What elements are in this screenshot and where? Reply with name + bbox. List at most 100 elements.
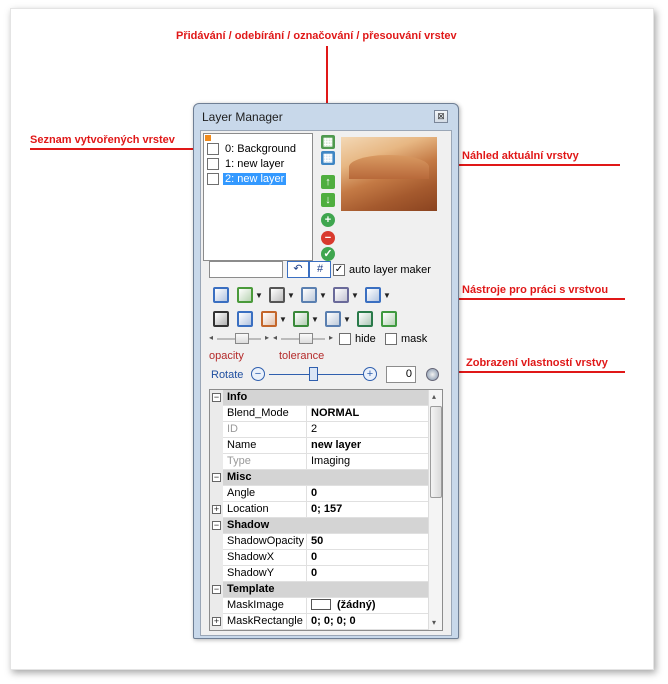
rotate-decrease-button[interactable]: − [251, 367, 265, 381]
rotate-label: Rotate [211, 369, 244, 381]
slider-thumb[interactable] [299, 333, 313, 344]
property-row[interactable]: Type Imaging [210, 454, 428, 470]
property-value[interactable]: new layer [308, 438, 428, 454]
layer-visibility-checkbox[interactable] [207, 158, 219, 170]
layer-list[interactable]: 0: Background 1: new layer 2: new layer [203, 133, 313, 261]
grid-toggle-button[interactable]: # [309, 261, 331, 278]
dropdown-arrow-icon[interactable]: ▼ [383, 291, 391, 300]
property-row[interactable]: ShadowOpacity 50 [210, 534, 428, 550]
property-category[interactable]: − Shadow [210, 518, 428, 534]
title-bar[interactable]: Layer Manager ⊠ [194, 104, 458, 128]
arrow-up-icon[interactable]: ↑ [321, 175, 335, 189]
hide-label: hide [355, 333, 376, 345]
layer-name-input[interactable] [209, 261, 283, 278]
collapse-icon[interactable]: − [212, 473, 221, 482]
row-margin [210, 598, 223, 614]
property-value[interactable]: NORMAL [308, 406, 428, 422]
layer-item[interactable]: 2: new layer [207, 172, 311, 187]
property-row[interactable]: MaskImage (žádný) [210, 598, 428, 614]
dropdown-arrow-icon[interactable]: ▼ [343, 315, 351, 324]
film-icon[interactable]: ▦ [321, 135, 335, 149]
tolerance-slider[interactable]: ◂ ▸ [273, 333, 333, 345]
property-value[interactable]: 0; 157 [308, 502, 428, 518]
property-row[interactable]: + MaskRectangle 0; 0; 0; 0 [210, 614, 428, 630]
property-value[interactable]: 50 [308, 534, 428, 550]
collapse-icon[interactable]: − [212, 521, 221, 530]
property-row[interactable]: Name new layer [210, 438, 428, 454]
opacity-slider[interactable]: ◂ ▸ [209, 333, 269, 345]
row-margin: − [210, 390, 223, 406]
scroll-up-icon[interactable]: ▴ [432, 392, 436, 401]
property-value[interactable]: 0; 0; 0; 0 [308, 614, 428, 630]
property-row[interactable]: ShadowX 0 [210, 550, 428, 566]
pattern-icon[interactable] [261, 311, 277, 327]
property-row[interactable]: ShadowY 0 [210, 566, 428, 582]
property-value[interactable]: 0 [308, 486, 428, 502]
collapse-icon[interactable]: − [212, 393, 221, 402]
row-margin [210, 566, 223, 582]
dropdown-arrow-icon[interactable]: ▼ [351, 291, 359, 300]
rotate-value-input[interactable]: 0 [386, 366, 416, 383]
slider-thumb[interactable] [235, 333, 249, 344]
slider-left-icon[interactable]: ◂ [273, 333, 277, 342]
property-row[interactable]: Angle 0 [210, 486, 428, 502]
paste-icon[interactable] [333, 287, 349, 303]
dropdown-arrow-icon[interactable]: ▼ [311, 315, 319, 324]
property-category[interactable]: − Template [210, 582, 428, 598]
expand-icon[interactable]: + [212, 505, 221, 514]
slider-left-icon[interactable]: ◂ [209, 333, 213, 342]
close-button[interactable]: ⊠ [434, 110, 448, 123]
annotation-layer-list: Seznam vytvořených vrstev [30, 134, 175, 146]
flip-icon[interactable] [293, 311, 309, 327]
hierarchy-icon[interactable] [365, 287, 381, 303]
property-grid-scrollbar[interactable]: ▴ ▾ [428, 390, 442, 630]
property-row[interactable]: + Location 0; 157 [210, 502, 428, 518]
mask-checkbox[interactable] [385, 333, 397, 345]
undo-button[interactable]: ↶ [287, 261, 309, 278]
crop-icon[interactable] [269, 287, 285, 303]
dropdown-arrow-icon[interactable]: ▼ [287, 291, 295, 300]
auto-layer-maker-checkbox[interactable]: ✓ [333, 264, 345, 276]
property-value[interactable]: Imaging [308, 454, 428, 470]
add-icon[interactable]: + [321, 213, 335, 227]
property-row[interactable]: ID 2 [210, 422, 428, 438]
transform-icon[interactable] [237, 311, 253, 327]
mirror-icon[interactable] [325, 311, 341, 327]
scrollbar-thumb[interactable] [430, 406, 442, 498]
property-grid[interactable]: − Info Blend_Mode NORMAL ID 2 Name new layer Typ… [209, 389, 443, 631]
property-value[interactable]: 2 [308, 422, 428, 438]
dropdown-arrow-icon[interactable]: ▼ [255, 291, 263, 300]
dropdown-arrow-icon[interactable]: ▼ [279, 315, 287, 324]
collapse-icon[interactable]: − [212, 585, 221, 594]
property-category[interactable]: − Info [210, 390, 428, 406]
rotate-slider-thumb[interactable] [309, 367, 318, 381]
image-icon[interactable] [381, 311, 397, 327]
expand-icon[interactable]: + [212, 617, 221, 626]
property-value[interactable]: (žádný) [308, 598, 428, 614]
slider-right-icon[interactable]: ▸ [265, 333, 269, 342]
property-row[interactable]: Blend_Mode NORMAL [210, 406, 428, 422]
align-vertical-icon[interactable] [213, 287, 229, 303]
confirm-icon[interactable]: ✓ [321, 247, 335, 261]
layer-item[interactable]: 0: Background [207, 142, 311, 157]
remove-icon[interactable]: − [321, 231, 335, 245]
filter-icon[interactable] [357, 311, 373, 327]
hide-checkbox[interactable] [339, 333, 351, 345]
property-category[interactable]: − Misc [210, 470, 428, 486]
scroll-down-icon[interactable]: ▾ [432, 618, 436, 627]
property-value[interactable]: 0 [308, 550, 428, 566]
copy-icon[interactable] [301, 287, 317, 303]
slider-right-icon[interactable]: ▸ [329, 333, 333, 342]
arrow-down-icon[interactable]: ↓ [321, 193, 335, 207]
layer-visibility-checkbox[interactable] [207, 143, 219, 155]
grid-icon[interactable]: ▦ [321, 151, 335, 165]
rotate-increase-button[interactable]: + [363, 367, 377, 381]
layer-visibility-checkbox[interactable] [207, 173, 219, 185]
tree-icon[interactable] [237, 287, 253, 303]
dropdown-arrow-icon[interactable]: ▼ [319, 291, 327, 300]
globe-icon[interactable] [213, 311, 229, 327]
layer-item[interactable]: 1: new layer [207, 157, 311, 172]
annotation-line [445, 298, 625, 300]
property-value[interactable]: 0 [308, 566, 428, 582]
rotate-reset-button[interactable] [426, 368, 439, 381]
